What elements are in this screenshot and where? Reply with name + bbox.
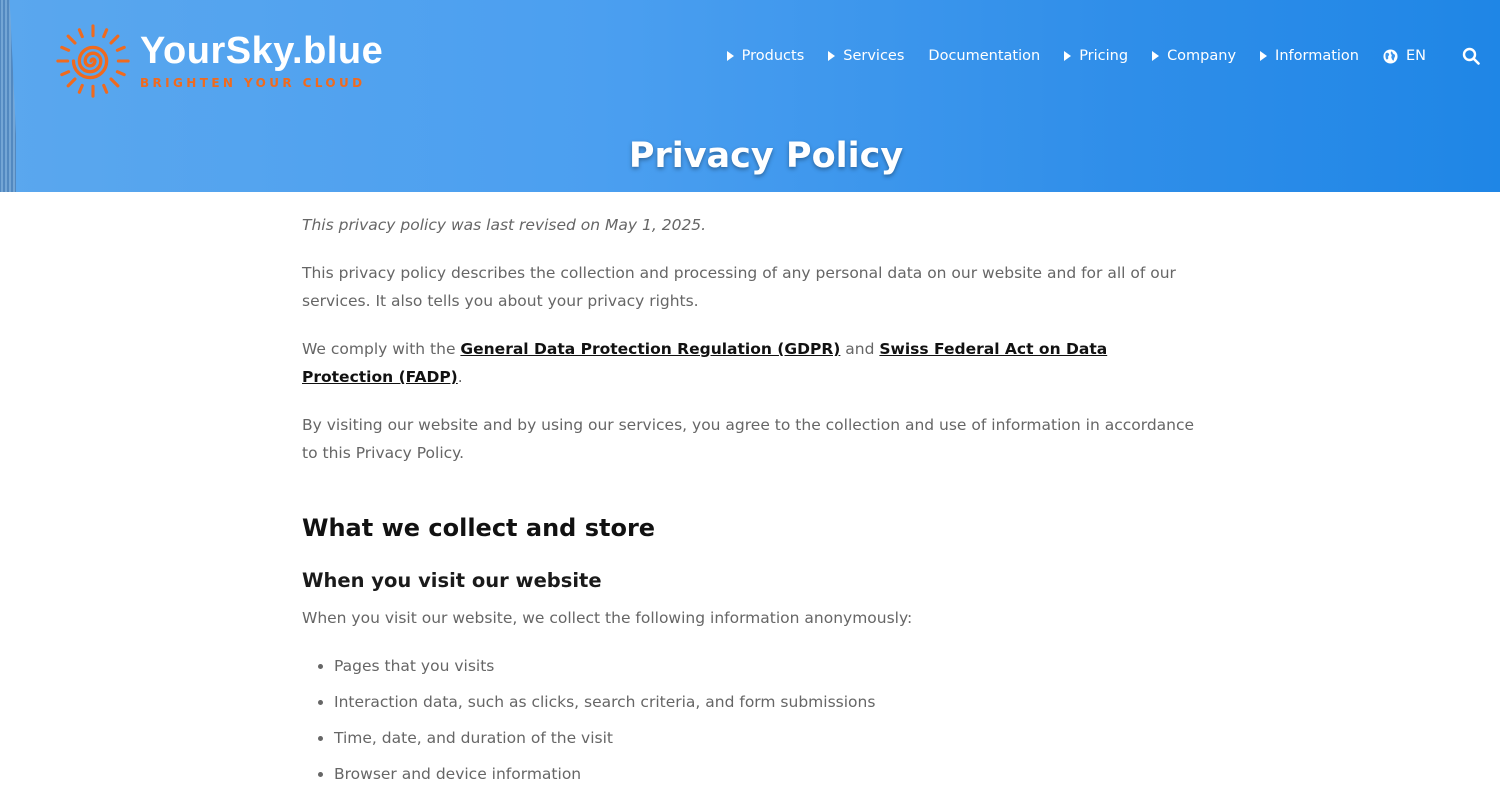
revision-date-note: This privacy policy was last revised on … bbox=[302, 216, 707, 234]
collected-data-list: Pages that you visits Interaction data, … bbox=[302, 652, 1202, 788]
search-icon[interactable] bbox=[1462, 47, 1480, 65]
caret-right-icon bbox=[726, 51, 734, 61]
compliance-suffix: . bbox=[457, 368, 463, 386]
compliance-and: and bbox=[840, 340, 880, 358]
brand-name: YourSky.blue bbox=[140, 30, 384, 72]
page-header: YourSky.blue BRIGHTEN YOUR CLOUD Product… bbox=[0, 0, 1500, 192]
nav-item-label: Services bbox=[843, 48, 905, 64]
caret-right-icon bbox=[828, 51, 836, 61]
nav-item-label: Information bbox=[1275, 48, 1359, 64]
intro-paragraph: This privacy policy describes the collec… bbox=[302, 264, 1176, 310]
sun-spiral-logo-icon bbox=[56, 24, 130, 98]
page-title: Privacy Policy bbox=[628, 136, 904, 176]
nav-item-information[interactable]: Information bbox=[1260, 48, 1359, 64]
gdpr-link[interactable]: General Data Protection Regulation (GDPR… bbox=[460, 340, 840, 358]
privacy-policy-content: This privacy policy was last revised on … bbox=[302, 211, 1202, 796]
language-selector[interactable]: EN bbox=[1383, 48, 1426, 64]
nav-item-label: Company bbox=[1167, 48, 1237, 64]
language-label: EN bbox=[1405, 48, 1426, 64]
caret-right-icon bbox=[1064, 51, 1072, 61]
caret-right-icon bbox=[1260, 51, 1268, 61]
nav-item-label: Products bbox=[741, 48, 805, 64]
list-item: Browser and device information bbox=[334, 760, 1202, 788]
globe-icon bbox=[1383, 48, 1398, 64]
list-item: Interaction data, such as clicks, search… bbox=[334, 688, 1202, 716]
nav-item-documentation[interactable]: Documentation bbox=[928, 48, 1040, 64]
list-item: Pages that you visits bbox=[334, 652, 1202, 680]
visit-intro-paragraph: When you visit our website, we collect t… bbox=[302, 609, 913, 627]
caret-right-icon bbox=[1152, 51, 1160, 61]
nav-item-label: Documentation bbox=[928, 48, 1041, 64]
nav-item-company[interactable]: Company bbox=[1152, 48, 1236, 64]
brand-tagline: BRIGHTEN YOUR CLOUD bbox=[140, 76, 366, 90]
site-logo[interactable]: YourSky.blue BRIGHTEN YOUR CLOUD bbox=[54, 20, 383, 102]
nav-item-services[interactable]: Services bbox=[828, 48, 904, 64]
nav-item-products[interactable]: Products bbox=[726, 48, 805, 64]
subsection-heading: When you visit our website bbox=[302, 569, 602, 592]
nav-item-label: Pricing bbox=[1079, 48, 1129, 64]
nav-item-pricing[interactable]: Pricing bbox=[1064, 48, 1128, 64]
compliance-paragraph: We comply with the General Data Protecti… bbox=[302, 335, 1202, 391]
list-item: Time, date, and duration of the visit bbox=[334, 724, 1202, 752]
compliance-prefix: We comply with the bbox=[302, 340, 461, 358]
agreement-paragraph: By visiting our website and by using our… bbox=[302, 416, 1195, 462]
section-heading: What we collect and store bbox=[302, 514, 656, 542]
main-navigation: Products Services Documentation Pricing … bbox=[726, 44, 1480, 68]
